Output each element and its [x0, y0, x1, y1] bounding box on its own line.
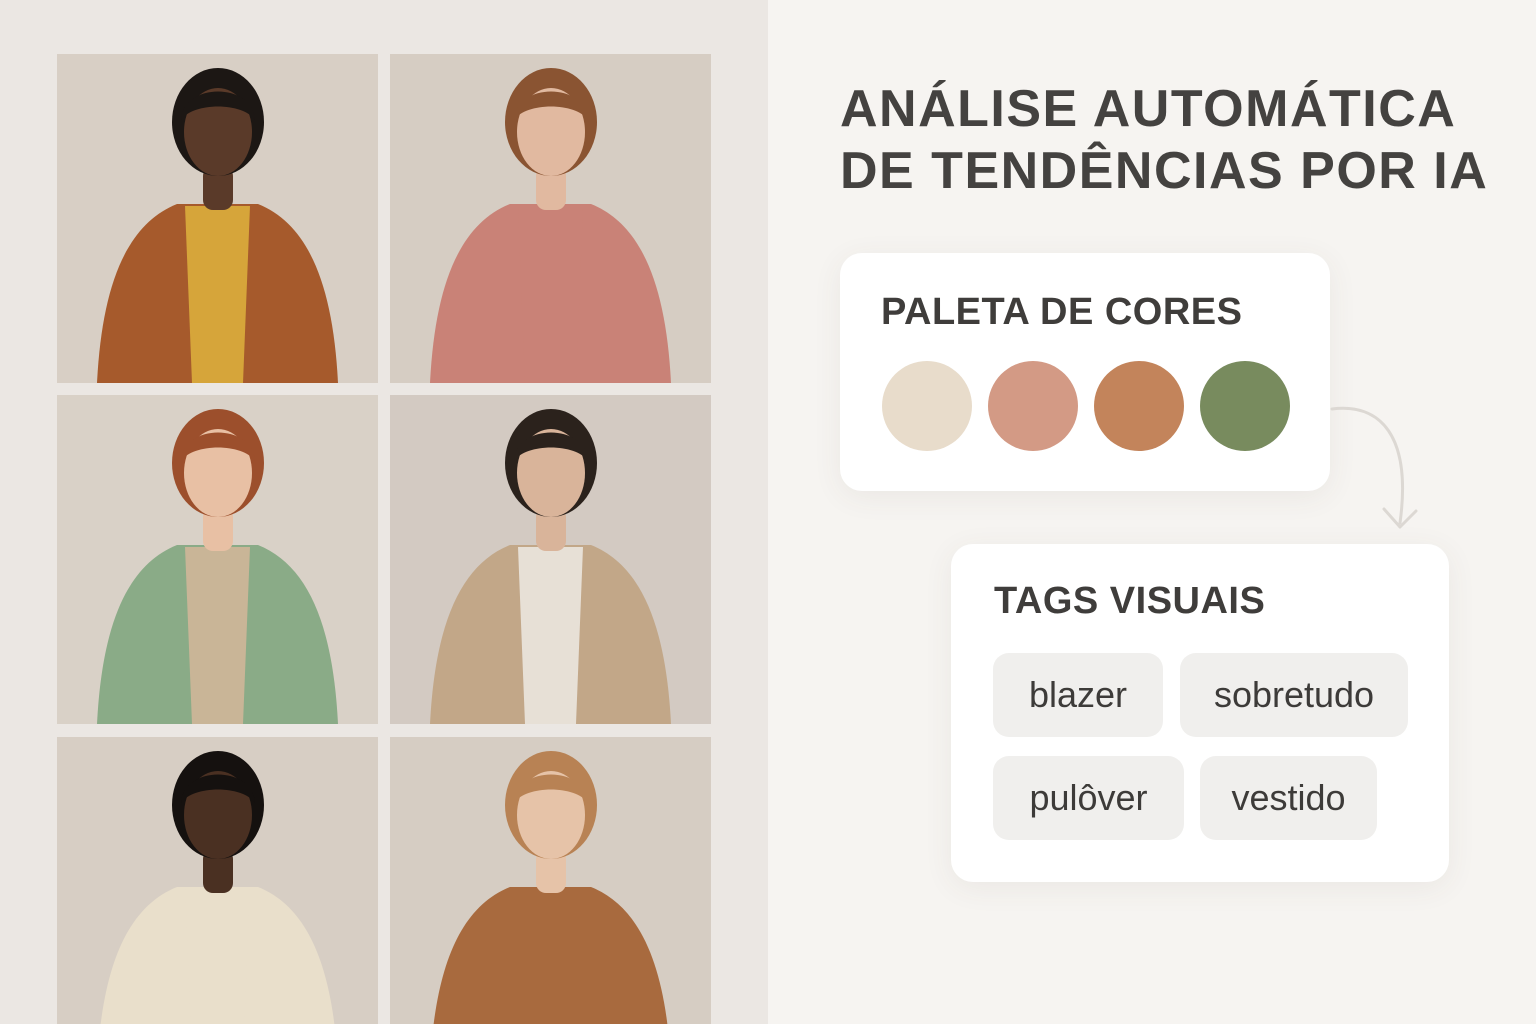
tag-chip-blazer[interactable]: blazer [993, 653, 1163, 737]
gallery-photo-blazer[interactable] [57, 54, 378, 383]
color-swatch-olive[interactable] [1200, 361, 1290, 451]
tag-chip-pulover[interactable]: pulôver [993, 756, 1184, 840]
gallery-photo-cable-knit[interactable] [57, 737, 378, 1024]
visual-tags-card: TAGS VISUAIS blazer sobretudo pulôver ve… [951, 544, 1449, 882]
color-palette-title: PALETA DE CORES [881, 291, 1243, 333]
gallery-photo-pullover[interactable] [57, 395, 378, 724]
page-title-line-2: DE TENDÊNCIAS POR IA [840, 142, 1489, 200]
page: ANÁLISE AUTOMÁTICA DE TENDÊNCIAS POR IA … [0, 0, 1536, 1024]
person-knit-dress-icon [390, 737, 711, 1024]
color-palette-card: PALETA DE CORES [840, 253, 1330, 491]
person-pullover-icon [57, 395, 378, 724]
tag-chip-sobretudo[interactable]: sobretudo [1180, 653, 1408, 737]
page-title-line-1: ANÁLISE AUTOMÁTICA [840, 80, 1457, 138]
person-blazer-icon [57, 54, 378, 383]
color-swatch-camel[interactable] [1094, 361, 1184, 451]
color-swatch-cream[interactable] [882, 361, 972, 451]
person-cable-knit-icon [57, 737, 378, 1024]
visual-tags-title: TAGS VISUAIS [994, 580, 1266, 622]
photo-gallery [0, 0, 768, 1024]
person-wrap-dress-icon [390, 54, 711, 383]
gallery-photo-trench-coat[interactable] [390, 395, 711, 724]
gallery-photo-wrap-dress[interactable] [390, 54, 711, 383]
person-trench-coat-icon [390, 395, 711, 724]
color-swatch-rose[interactable] [988, 361, 1078, 451]
curved-arrow-icon [1330, 406, 1418, 529]
page-title: ANÁLISE AUTOMÁTICA DE TENDÊNCIAS POR IA [840, 78, 1500, 202]
tag-chip-vestido[interactable]: vestido [1200, 756, 1377, 840]
gallery-photo-knit-dress[interactable] [390, 737, 711, 1024]
